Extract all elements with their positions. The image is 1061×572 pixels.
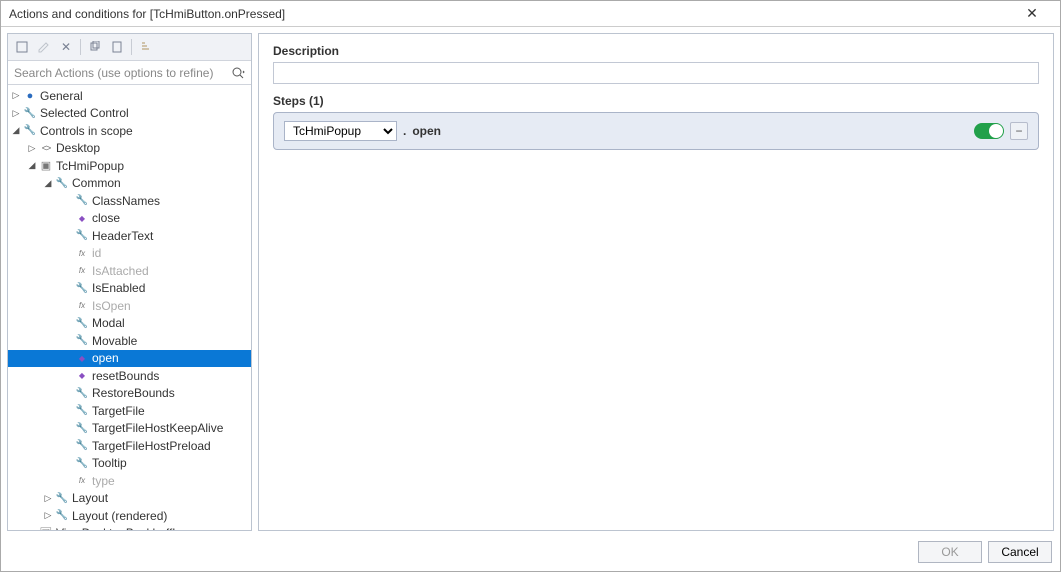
search-input[interactable] bbox=[8, 66, 225, 80]
tree-node-type[interactable]: type bbox=[8, 472, 251, 490]
cancel-button[interactable]: Cancel bbox=[988, 541, 1052, 563]
tree-node-isenabled[interactable]: IsEnabled bbox=[8, 280, 251, 298]
search-row bbox=[8, 61, 251, 85]
close-window-button[interactable]: ✕ bbox=[1012, 5, 1052, 22]
content: ✕ ▷General ▷Selected Control ◢Controls i… bbox=[1, 27, 1060, 537]
property-icon bbox=[74, 476, 90, 485]
image-icon bbox=[38, 528, 54, 530]
description-label: Description bbox=[273, 44, 1039, 58]
left-toolbar: ✕ bbox=[8, 34, 251, 61]
method-icon bbox=[74, 214, 90, 223]
method-icon bbox=[74, 371, 90, 380]
toolbar-separator-2 bbox=[131, 39, 132, 55]
new-icon[interactable] bbox=[12, 37, 32, 57]
tree-wrap: ▷General ▷Selected Control ◢Controls in … bbox=[8, 85, 251, 530]
wrench-icon bbox=[22, 108, 38, 119]
tree-node-open[interactable]: open bbox=[8, 350, 251, 368]
tree-node-desktop[interactable]: ▷Desktop bbox=[8, 140, 251, 158]
wrench-icon bbox=[54, 493, 70, 504]
toolbar-separator bbox=[80, 39, 81, 55]
property-icon bbox=[74, 266, 90, 275]
wrench-icon bbox=[74, 388, 90, 399]
footer: OK Cancel bbox=[1, 537, 1060, 571]
tree-node-close[interactable]: close bbox=[8, 210, 251, 228]
property-icon bbox=[74, 301, 90, 310]
wrench-icon bbox=[74, 405, 90, 416]
tree-node-restorebounds[interactable]: RestoreBounds bbox=[8, 385, 251, 403]
wrench-icon bbox=[54, 178, 70, 189]
globe-icon bbox=[22, 90, 38, 102]
tree-node-general[interactable]: ▷General bbox=[8, 87, 251, 105]
tree-node-layout-rendered[interactable]: ▷Layout (rendered) bbox=[8, 507, 251, 525]
tree-node-controls-in-scope[interactable]: ◢Controls in scope bbox=[8, 122, 251, 140]
titlebar: Actions and conditions for [TcHmiButton.… bbox=[1, 1, 1060, 27]
left-panel: ✕ ▷General ▷Selected Control ◢Controls i… bbox=[7, 33, 252, 531]
filter-icon[interactable] bbox=[136, 37, 156, 57]
wrench-icon bbox=[74, 458, 90, 469]
wrench-icon bbox=[74, 440, 90, 451]
wrench-icon bbox=[74, 195, 90, 206]
ok-button[interactable]: OK bbox=[918, 541, 982, 563]
code-icon bbox=[38, 143, 54, 153]
wrench-icon bbox=[74, 230, 90, 241]
right-panel: Description Steps (1) TcHmiPopup . open … bbox=[258, 33, 1054, 531]
wrench-icon bbox=[74, 423, 90, 434]
delete-icon[interactable]: ✕ bbox=[56, 37, 76, 57]
tree-node-layout[interactable]: ▷Layout bbox=[8, 490, 251, 508]
method-icon bbox=[74, 354, 90, 363]
box-icon bbox=[38, 159, 54, 172]
description-input[interactable] bbox=[273, 62, 1039, 84]
steps-label: Steps (1) bbox=[273, 94, 1039, 108]
wrench-icon bbox=[22, 125, 38, 136]
tree-node-modal[interactable]: Modal bbox=[8, 315, 251, 333]
paste-icon[interactable] bbox=[107, 37, 127, 57]
copy-icon[interactable] bbox=[85, 37, 105, 57]
tree-node-targetfilehostkeepalive[interactable]: TargetFileHostKeepAlive bbox=[8, 420, 251, 438]
search-options-icon[interactable] bbox=[225, 66, 251, 80]
tree-node-isopen[interactable]: IsOpen bbox=[8, 297, 251, 315]
tree-node-targetfile[interactable]: TargetFile bbox=[8, 402, 251, 420]
action-tree[interactable]: ▷General ▷Selected Control ◢Controls in … bbox=[8, 85, 251, 530]
tree-node-tchmipopup[interactable]: ◢TcHmiPopup bbox=[8, 157, 251, 175]
wrench-icon bbox=[54, 510, 70, 521]
tree-node-common[interactable]: ◢Common bbox=[8, 175, 251, 193]
tree-node-isattached[interactable]: IsAttached bbox=[8, 262, 251, 280]
wrench-icon bbox=[74, 283, 90, 294]
step-dot: . bbox=[403, 124, 406, 138]
step-enabled-toggle[interactable] bbox=[974, 123, 1004, 139]
tree-node-viewdesktoplogo[interactable]: ▷ViewDesktopBeckhoffLogo bbox=[8, 525, 251, 531]
wrench-icon bbox=[74, 318, 90, 329]
window-title: Actions and conditions for [TcHmiButton.… bbox=[9, 7, 1012, 21]
tree-node-id[interactable]: id bbox=[8, 245, 251, 263]
property-icon bbox=[74, 249, 90, 258]
tree-node-movable[interactable]: Movable bbox=[8, 332, 251, 350]
edit-icon[interactable] bbox=[34, 37, 54, 57]
tree-node-targetfilehostpreload[interactable]: TargetFileHostPreload bbox=[8, 437, 251, 455]
step-collapse-button[interactable]: − bbox=[1010, 122, 1028, 140]
tree-node-resetbounds[interactable]: resetBounds bbox=[8, 367, 251, 385]
tree-node-selected-control[interactable]: ▷Selected Control bbox=[8, 105, 251, 123]
step-row: TcHmiPopup . open − bbox=[273, 112, 1039, 150]
tree-node-headertext[interactable]: HeaderText bbox=[8, 227, 251, 245]
step-method: open bbox=[412, 124, 441, 138]
tree-node-classnames[interactable]: ClassNames bbox=[8, 192, 251, 210]
tree-node-tooltip[interactable]: Tooltip bbox=[8, 455, 251, 473]
wrench-icon bbox=[74, 335, 90, 346]
step-target-select[interactable]: TcHmiPopup bbox=[284, 121, 397, 141]
